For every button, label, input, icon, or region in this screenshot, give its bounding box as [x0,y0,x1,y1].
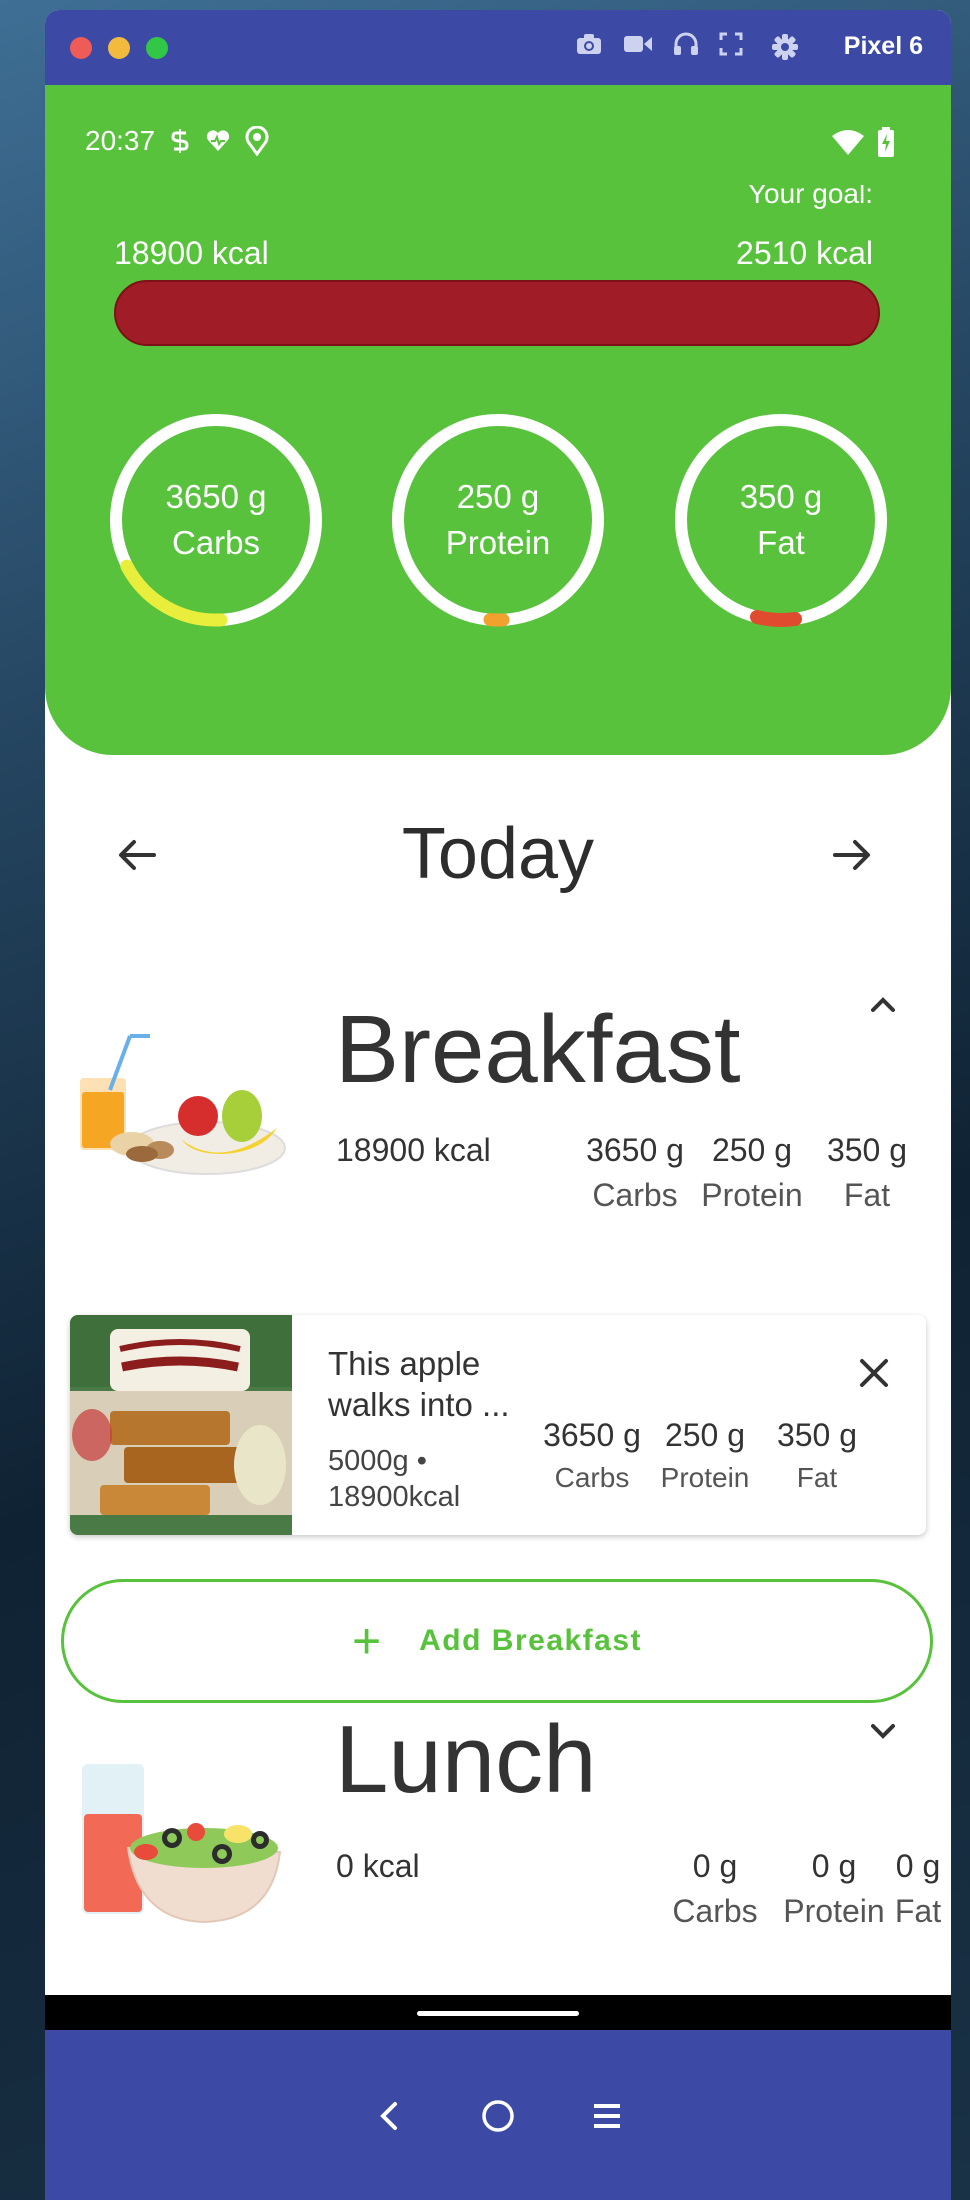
protein-ring-value: 250 g [456,478,540,515]
protein-ring: 250 g Protein [388,410,608,630]
camera-icon[interactable] [575,32,603,56]
food-entry-card[interactable]: This apple walks into ... 5000g • 18900k… [70,1315,926,1535]
lunch-carbs-label: Carbs [672,1893,758,1929]
carbs-ring: 3650 g Carbs [106,410,326,630]
overview-menu-icon[interactable] [581,2090,633,2142]
home-circle-icon[interactable] [472,2090,524,2142]
lunch-protein: 0 g Protein [775,1848,893,1930]
add-breakfast-button[interactable]: + Add Breakfast [61,1579,933,1703]
back-icon[interactable] [363,2090,415,2142]
breakfast-fat: 350 g Fat [812,1132,922,1214]
status-right [831,127,895,157]
expand-lunch-chevron-icon[interactable] [863,1711,903,1751]
food-entry-image [70,1315,292,1535]
add-breakfast-label: Add Breakfast [419,1624,643,1657]
goal-kcal: 2510 kcal [736,235,873,271]
food-entry-kcal: 18900kcal [328,1481,461,1513]
close-window-button[interactable] [70,36,92,59]
protein-ring-text: 250 g Protein [388,474,608,566]
s-notification-icon [171,129,189,153]
emulator-toolbar [575,32,743,56]
lunch-title: Lunch [335,1706,597,1813]
headphones-icon[interactable] [673,32,699,56]
breakfast-fat-value: 350 g [826,1132,908,1168]
window-controls [70,36,168,59]
emulator-titlebar: Pixel 6 [45,10,951,85]
settings-gear-icon[interactable] [771,33,799,61]
entry-protein-value: 250 g [664,1417,746,1453]
minimize-window-button[interactable] [108,36,130,59]
breakfast-kcal: 18900 kcal [336,1132,491,1168]
goal-label: Your goal: [747,185,873,209]
summary-header: 20:37 Your goal: 18900 kcal 2510 kcal 36… [45,85,951,755]
gesture-bar [45,1995,951,2031]
lunch-fat: 0 g Fat [888,1848,948,1930]
entry-fat-value: 350 g [776,1417,858,1453]
home-gesture-handle[interactable] [417,2011,579,2016]
calorie-progress-bar [114,280,880,346]
day-title: Today [401,814,595,894]
fat-ring-label: Fat [757,524,805,561]
fat-ring-text: 350 g Fat [671,474,891,566]
fat-ring-value: 350 g [739,478,823,515]
breakfast-carbs: 3650 g Carbs [575,1132,695,1214]
entry-protein-label: Protein [660,1462,750,1493]
next-day-arrow-icon[interactable] [823,827,879,883]
status-bar: 20:37 [85,125,269,157]
battery-charging-icon [878,127,894,157]
lunch-carbs: 0 g Carbs [665,1848,765,1930]
protein-ring-label: Protein [445,524,551,561]
lunch-image [82,1764,282,1924]
fullscreen-icon[interactable] [719,32,743,56]
location-icon [245,126,269,156]
lunch-protein-value: 0 g [811,1848,857,1884]
lunch-protein-label: Protein [783,1893,885,1929]
breakfast-protein-value: 250 g [711,1132,793,1168]
breakfast-protein-label: Protein [701,1177,803,1213]
entry-protein: 250 g Protein [650,1417,760,1494]
carbs-ring-text: 3650 g Carbs [106,474,326,566]
carbs-ring-label: Carbs [171,524,261,561]
remove-entry-close-icon[interactable] [854,1353,894,1393]
breakfast-image [80,1034,286,1175]
food-entry-name: This apple walks into ... [328,1345,510,1423]
phone-screen: 20:37 Your goal: 18900 kcal 2510 kcal 36… [45,85,951,2070]
emulator-window: Pixel 6 20:37 Your goal: 18900 kcal 2510… [45,10,951,2200]
entry-fat-label: Fat [796,1462,838,1493]
food-entry-amount: 5000g • 18900kcal [328,1443,460,1515]
carbs-ring-value: 3650 g [165,478,267,515]
breakfast-title: Breakfast [335,996,741,1103]
device-name: Pixel 6 [843,32,923,60]
breakfast-protein: 250 g Protein [693,1132,811,1214]
lunch-carbs-value: 0 g [692,1848,738,1884]
plus-icon: + [351,1613,382,1669]
entry-fat: 350 g Fat [762,1417,872,1494]
consumed-kcal: 18900 kcal [114,235,269,271]
entry-carbs-label: Carbs [554,1462,630,1493]
zoom-window-button[interactable] [146,36,168,59]
entry-carbs-value: 3650 g [543,1417,641,1453]
video-record-icon[interactable] [623,33,653,55]
entry-carbs: 3650 g Carbs [532,1417,652,1494]
food-entry-grams: 5000g • [328,1445,427,1477]
fat-ring: 350 g Fat [671,410,891,630]
clock: 20:37 [85,125,156,156]
breakfast-carbs-value: 3650 g [586,1132,684,1168]
breakfast-carbs-label: Carbs [592,1177,678,1213]
emulator-nav-bar [45,2030,951,2200]
collapse-breakfast-chevron-icon[interactable] [863,985,903,1025]
wifi-icon [832,130,864,155]
lunch-fat-label: Fat [894,1893,942,1929]
breakfast-fat-label: Fat [843,1177,891,1213]
lunch-kcal: 0 kcal [336,1848,420,1884]
health-heart-icon [206,130,230,151]
lunch-fat-value: 0 g [895,1848,941,1884]
day-navigator: Today [45,805,951,905]
